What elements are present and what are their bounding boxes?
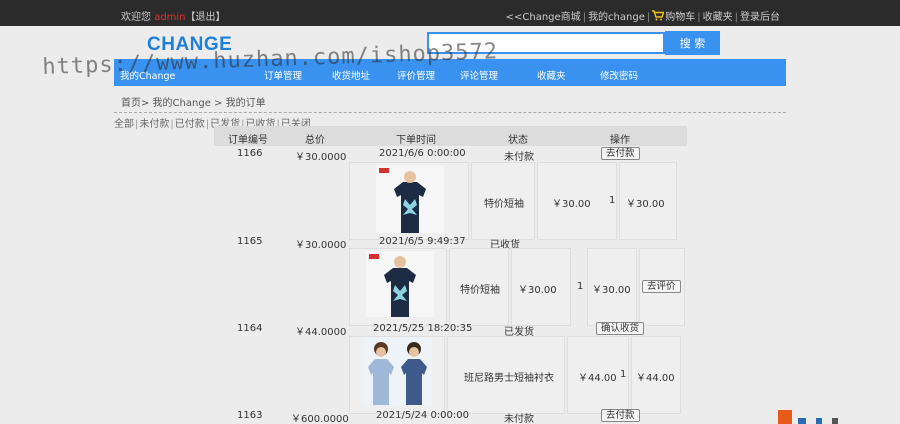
order-status: 未付款 [504,152,534,163]
order-total: ￥44.0000 [295,327,347,338]
order-total: ￥30.0000 [295,152,347,163]
product-name-cell: 班尼路男士短袖衬衣 [447,336,565,414]
favorites-link[interactable]: 收藏夹 [703,12,733,23]
product-price: ￥30.00 [518,285,557,296]
top-links: <<Change商城 | 我的change | 购物车 | 收藏夹 | 登录后台 [506,8,780,23]
product-subtotal: ￥30.00 [626,199,665,210]
breadcrumb: 首页> 我的Change > 我的订单 [121,98,266,109]
order-time: 2021/5/25 18:20:35 [373,323,473,334]
product-name-cell: 特价短袖 [471,162,535,240]
product-subtotal: ￥30.00 [592,285,631,296]
product-image-cell [349,162,469,240]
separator: | [170,119,174,130]
product-qty: 1 [577,281,584,292]
tshirt-product-image[interactable] [376,165,444,233]
product-price: ￥44.00 [578,373,617,384]
subtotal-cell: ￥44.00 [631,336,681,414]
product-name[interactable]: 特价短袖 [484,195,524,210]
separator: | [205,119,210,130]
nav-my-change[interactable]: 我的Change [120,68,175,82]
separator: | [697,12,701,23]
product-qty: 1 [609,195,616,206]
order-status: 未付款 [504,414,534,424]
site-logo[interactable]: CHANGE [147,34,232,56]
orders-table: 订单编号 总价 下单时间 状态 操作 1166 ￥30.0000 2021/6/… [214,126,687,424]
separator: | [135,119,139,130]
separator: | [582,12,587,23]
subtotal-cell: ￥30.00 [619,162,677,240]
order-row: 1163 ￥600.0000 2021/5/24 0:00:00 未付款 去付款 [214,409,687,424]
order-time: 2021/6/6 0:00:00 [379,148,466,159]
admin-login-link[interactable]: 登录后台 [740,12,780,23]
divider [114,112,786,113]
product-name[interactable]: 特价短袖 [460,281,500,296]
header-time: 下单时间 [396,135,436,146]
filter-unpaid[interactable]: 未付款 [139,119,169,130]
order-item: 特价短袖 ￥30.00 1 ￥30.00 去评价 [349,248,687,330]
order-time: 2021/5/24 0:00:00 [376,410,470,421]
product-name[interactable]: 班尼路男士短袖衬衣 [464,369,554,384]
nav-favorites[interactable]: 收藏夹 [537,68,566,82]
nav-order-manage[interactable]: 订单管理 [264,68,302,82]
tshirt-product-image[interactable] [366,251,434,317]
header-total: 总价 [305,135,325,146]
product-image-cell [349,336,445,414]
nav-comment-manage[interactable]: 评论管理 [460,68,498,82]
subtotal-cell: ￥30.00 [587,248,637,326]
username-link[interactable]: admin [154,12,185,23]
item-action-cell: 去评价 [639,248,685,326]
order-id: 1163 [237,410,263,421]
welcome-text: 欢迎您 admin【退出】 [121,8,226,23]
order-row: 1164 ￥44.0000 2021/5/25 18:20:35 已发货 确认收… [214,322,687,338]
app-icon[interactable] [798,418,806,424]
product-price: ￥30.00 [552,199,591,210]
order-total: ￥600.0000 [291,414,349,424]
review-button[interactable]: 去评价 [642,280,681,293]
product-image-cell [349,248,447,326]
filter-paid[interactable]: 已付款 [175,119,205,130]
top-bar: 欢迎您 admin【退出】 <<Change商城 | 我的change | 购物车 | 收藏… [0,0,900,26]
app-icon[interactable] [832,418,838,424]
mall-home-link[interactable]: <<Change商城 [506,12,581,23]
order-id: 1165 [237,236,263,247]
header-action: 操作 [610,135,630,146]
cart-link[interactable]: 购物车 [665,12,695,23]
order-item: 班尼路男士短袖衬衣 ￥44.00 1 ￥44.00 [349,336,687,418]
header-order-id: 订单编号 [228,135,268,146]
search-button[interactable]: 搜 索 [665,31,720,55]
app-icon[interactable] [816,418,822,424]
welcome-prefix: 欢迎您 [121,12,151,23]
confirm-receipt-button[interactable]: 确认收货 [596,322,645,335]
main-nav: 我的Change 订单管理 收货地址 评价管理 评论管理 收藏夹 修改密码 [114,59,786,86]
cart-icon[interactable] [652,10,665,21]
app-icon[interactable] [778,410,792,424]
product-name-cell: 特价短袖 [449,248,509,326]
separator: | [646,12,651,23]
pay-button[interactable]: 去付款 [601,409,640,422]
table-header: 订单编号 总价 下单时间 状态 操作 [214,126,687,146]
logout-link[interactable]: 【退出】 [186,12,226,23]
tray-icons [760,410,900,424]
order-total: ￥30.0000 [295,240,347,251]
header-status: 状态 [508,135,528,146]
order-row: 1166 ￥30.0000 2021/6/6 0:00:00 未付款 去付款 [214,147,687,163]
shirt-product-image[interactable] [364,337,432,405]
product-qty: 1 [620,369,627,380]
nav-change-password[interactable]: 修改密码 [600,68,638,82]
price-qty-cell: ￥30.00 1 [537,162,617,240]
order-row: 1165 ￥30.0000 2021/6/5 9:49:37 已收货 [214,235,687,251]
search-input[interactable] [427,32,665,54]
my-change-link[interactable]: 我的change [588,12,645,23]
price-cell: ￥30.00 [511,248,571,326]
nav-review-manage[interactable]: 评价管理 [397,68,435,82]
filter-all[interactable]: 全部 [114,119,134,130]
order-time: 2021/6/5 9:49:37 [379,236,466,247]
nav-address[interactable]: 收货地址 [332,68,370,82]
product-subtotal: ￥44.00 [636,373,675,384]
pay-button[interactable]: 去付款 [601,147,640,160]
order-id: 1164 [237,323,263,334]
order-id: 1166 [237,148,263,159]
separator: | [734,12,738,23]
order-item: 特价短袖 ￥30.00 1 ￥30.00 [349,162,687,244]
